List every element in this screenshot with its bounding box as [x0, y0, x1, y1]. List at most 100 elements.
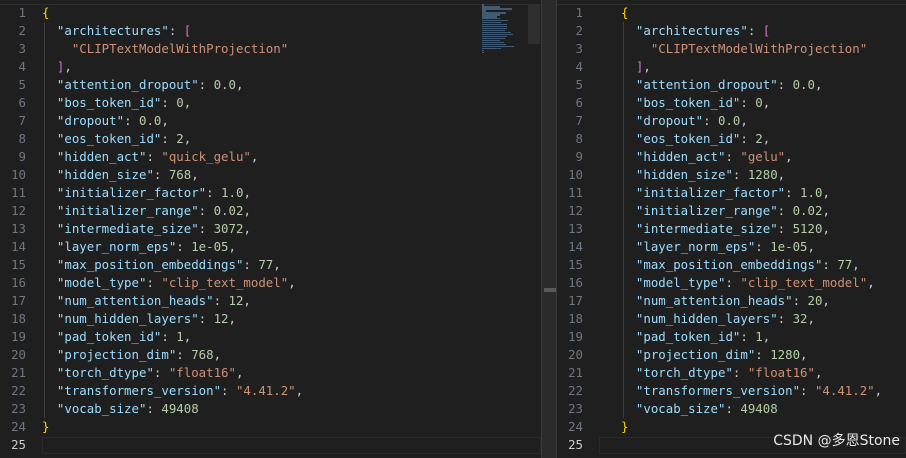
code-line[interactable]: 9 "hidden_act": "quick_gelu", — [0, 148, 541, 166]
code-line[interactable]: 2 "architectures": [ — [0, 22, 541, 40]
code-line[interactable]: 7 "dropout": 0.0, — [557, 112, 906, 130]
line-number: 18 — [11, 311, 26, 326]
code-token: , — [785, 149, 793, 164]
code-token: : — [243, 257, 259, 272]
code-token: , — [643, 59, 651, 74]
code-line[interactable]: 8 "eos_token_id": 2, — [557, 130, 906, 148]
code-token: "float16" — [168, 365, 236, 380]
line-number: 20 — [568, 347, 583, 362]
code-line[interactable]: 7 "dropout": 0.0, — [0, 112, 541, 130]
code-token: , — [814, 77, 823, 92]
code-token: "hidden_act" — [635, 149, 726, 164]
code-line[interactable]: 6 "bos_token_id": 0, — [0, 94, 541, 112]
code-line[interactable]: 13 "intermediate_size": 3072, — [0, 220, 541, 238]
line-number: 16 — [11, 275, 26, 290]
code-line[interactable]: 5 "attention_dropout": 0.0, — [0, 76, 541, 94]
code-token: "transformers_version" — [56, 383, 222, 398]
right-editor[interactable]: 1{2 "architectures": [3 "CLIPTextModelWi… — [557, 0, 906, 458]
code-token: 0 — [755, 95, 763, 110]
code-token: "num_hidden_layers" — [56, 311, 199, 326]
code-line[interactable]: 21 "torch_dtype": "float16", — [0, 364, 541, 382]
code-line[interactable]: 17 "num_attention_heads": 20, — [557, 292, 906, 310]
sash-handle[interactable] — [544, 288, 556, 292]
code-line[interactable]: 3 "CLIPTextModelWithProjection" — [557, 40, 906, 58]
code-line[interactable]: 17 "num_attention_heads": 12, — [0, 292, 541, 310]
line-number: 22 — [568, 383, 583, 398]
code-line[interactable]: 23 "vocab_size": 49408 — [557, 400, 906, 418]
code-token: , — [822, 203, 830, 218]
code-text: "attention_dropout": 0.0, — [42, 76, 244, 94]
code-line[interactable]: 23 "vocab_size": 49408 — [0, 400, 541, 418]
code-line[interactable]: 8 "eos_token_id": 2, — [0, 130, 541, 148]
code-text: "hidden_act": "gelu", — [621, 148, 793, 166]
code-line[interactable]: 19 "pad_token_id": 1, — [557, 328, 906, 346]
code-token: : — [198, 311, 214, 326]
code-line[interactable]: 6 "bos_token_id": 0, — [557, 94, 906, 112]
code-line[interactable]: 25 — [0, 436, 541, 454]
code-line[interactable]: 12 "initializer_range": 0.02, — [557, 202, 906, 220]
code-line[interactable]: 22 "transformers_version": "4.41.2", — [557, 382, 906, 400]
code-line[interactable]: 15 "max_position_embeddings": 77, — [557, 256, 906, 274]
code-line[interactable]: 4 ], — [557, 58, 906, 76]
line-number: 19 — [11, 329, 26, 344]
code-token: : — [176, 239, 192, 254]
code-line[interactable]: 19 "pad_token_id": 1, — [0, 328, 541, 346]
code-line[interactable]: 1{ — [0, 4, 541, 22]
code-text: "pad_token_id": 1, — [621, 328, 770, 346]
code-line[interactable]: 13 "intermediate_size": 5120, — [557, 220, 906, 238]
code-line[interactable]: 9 "hidden_act": "gelu", — [557, 148, 906, 166]
code-line[interactable]: 21 "torch_dtype": "float16", — [557, 364, 906, 382]
line-number: 25 — [568, 437, 583, 452]
code-line[interactable]: 10 "hidden_size": 1280, — [557, 166, 906, 184]
code-text: "hidden_act": "quick_gelu", — [42, 148, 258, 166]
code-line[interactable]: 16 "model_type": "clip_text_model", — [0, 274, 541, 292]
code-line[interactable]: 10 "hidden_size": 768, — [0, 166, 541, 184]
code-token: : — [176, 347, 192, 362]
code-line[interactable]: 4 ], — [0, 58, 541, 76]
code-token: 77 — [258, 257, 274, 272]
code-line[interactable]: 12 "initializer_range": 0.02, — [0, 202, 541, 220]
code-line[interactable]: 15 "max_position_embeddings": 77, — [0, 256, 541, 274]
code-text: "hidden_size": 1280, — [621, 166, 785, 184]
code-line[interactable]: 18 "num_hidden_layers": 12, — [0, 310, 541, 328]
code-token: , — [273, 257, 281, 272]
code-token: , — [762, 329, 771, 344]
code-token: , — [235, 77, 244, 92]
code-line[interactable]: 20 "projection_dim": 768, — [0, 346, 541, 364]
code-token: : — [732, 167, 748, 182]
code-line[interactable]: 1{ — [557, 4, 906, 22]
line-number: 2 — [18, 23, 26, 38]
line-number: 11 — [568, 185, 583, 200]
split-divider[interactable] — [541, 0, 557, 458]
code-line[interactable]: 20 "projection_dim": 1280, — [557, 346, 906, 364]
line-number: 6 — [575, 95, 583, 110]
code-token: "quick_gelu" — [161, 149, 251, 164]
code-line[interactable]: 16 "model_type": "clip_text_model", — [557, 274, 906, 292]
code-token: 5120 — [792, 221, 823, 236]
code-token: , — [183, 131, 192, 146]
code-token: , — [777, 167, 786, 182]
code-line[interactable]: 5 "attention_dropout": 0.0, — [557, 76, 906, 94]
code-line[interactable]: 18 "num_hidden_layers": 32, — [557, 310, 906, 328]
line-number: 13 — [11, 221, 26, 236]
left-editor[interactable]: 1{2 "architectures": [3 "CLIPTextModelWi… — [0, 0, 541, 458]
code-token: , — [852, 257, 860, 272]
code-line[interactable]: 11 "initializer_factor": 1.0, — [557, 184, 906, 202]
code-token: } — [42, 419, 50, 434]
code-line[interactable]: 24} — [0, 418, 541, 436]
code-line[interactable]: 11 "initializer_factor": 1.0, — [0, 184, 541, 202]
code-line[interactable]: 2 "architectures": [ — [557, 22, 906, 40]
code-line[interactable]: 14 "layer_norm_eps": 1e-05, — [557, 238, 906, 256]
code-line[interactable]: 14 "layer_norm_eps": 1e-05, — [0, 238, 541, 256]
code-line[interactable]: 22 "transformers_version": "4.41.2", — [0, 382, 541, 400]
code-token: "max_position_embeddings" — [635, 257, 823, 272]
code-token: 20 — [807, 293, 823, 308]
code-line[interactable]: 3 "CLIPTextModelWithProjection" — [0, 40, 541, 58]
